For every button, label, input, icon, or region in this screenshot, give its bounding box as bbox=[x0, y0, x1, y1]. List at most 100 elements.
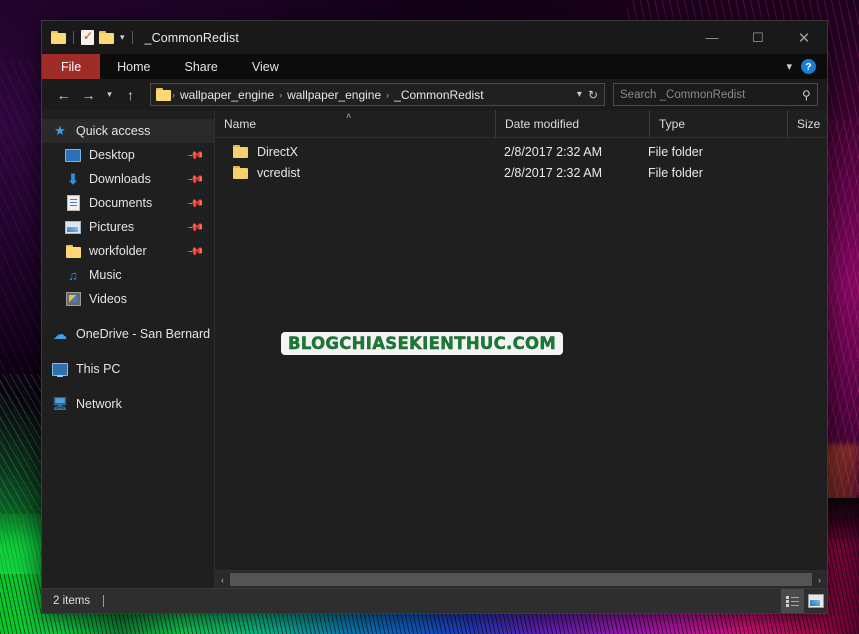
ribbon-tab-bar: File Home Share View ▾ ? bbox=[42, 54, 827, 79]
computer-icon bbox=[52, 361, 68, 377]
cloud-icon: ☁ bbox=[53, 325, 67, 342]
tab-view[interactable]: View bbox=[235, 54, 296, 79]
sidebar-label-onedrive: OneDrive - San Bernard bbox=[76, 327, 211, 341]
sidebar-label-documents: Documents bbox=[89, 196, 153, 210]
scroll-right-button[interactable]: › bbox=[812, 571, 827, 588]
view-mode-buttons bbox=[781, 589, 827, 613]
new-folder-icon[interactable] bbox=[99, 31, 114, 44]
folder-icon bbox=[65, 243, 81, 259]
maximize-button[interactable]: ☐ bbox=[735, 21, 781, 54]
address-bar[interactable]: › wallpaper_engine › wallpaper_engine › … bbox=[150, 83, 605, 106]
sidebar-label-workfolder: workfolder bbox=[89, 244, 147, 258]
sidebar-item-onedrive[interactable]: ☁ OneDrive - San Bernard bbox=[42, 322, 214, 346]
tab-file[interactable]: File bbox=[42, 54, 101, 79]
file-type: File folder bbox=[648, 165, 703, 180]
back-button[interactable]: ← bbox=[51, 82, 76, 107]
scroll-left-button[interactable]: ‹ bbox=[215, 571, 230, 588]
sidebar-label-videos: Videos bbox=[89, 292, 127, 306]
file-explorer-window: ▾ _CommonRedist — ☐ ✕ File Home Share Vi… bbox=[41, 20, 828, 614]
breadcrumb-item-3[interactable]: _CommonRedist bbox=[390, 88, 487, 102]
file-name-cell: vcredist bbox=[215, 166, 504, 180]
large-icons-view-button[interactable] bbox=[804, 589, 827, 613]
column-header-date-modified[interactable]: Date modified bbox=[495, 110, 649, 137]
address-dropdown-icon[interactable]: ▾ bbox=[571, 89, 588, 100]
navigation-bar: ← → ▾ ↑ › wallpaper_engine › wallpaper_e… bbox=[42, 79, 827, 110]
tiles-view-icon bbox=[807, 594, 824, 608]
sidebar-item-desktop[interactable]: Desktop 📌 bbox=[42, 143, 214, 167]
sidebar-item-music[interactable]: ♫ Music bbox=[42, 263, 214, 287]
toolbar-divider bbox=[73, 31, 74, 44]
sidebar-item-workfolder[interactable]: workfolder 📌 bbox=[42, 239, 214, 263]
tab-home[interactable]: Home bbox=[100, 54, 167, 79]
details-view-button[interactable] bbox=[781, 589, 804, 613]
window-title: _CommonRedist bbox=[144, 30, 239, 45]
properties-icon[interactable] bbox=[81, 29, 94, 45]
column-header-size[interactable]: Size bbox=[787, 110, 827, 137]
sidebar-label-quick-access: Quick access bbox=[76, 124, 151, 138]
file-name-cell: DirectX bbox=[215, 145, 504, 159]
watermark-text: BLOGCHIASEKIENTHUC.COM bbox=[281, 332, 564, 355]
sidebar-item-videos[interactable]: Videos bbox=[42, 287, 214, 311]
column-header-type[interactable]: Type bbox=[649, 110, 787, 137]
item-count: 2 items bbox=[53, 595, 91, 607]
folder-icon bbox=[233, 145, 248, 158]
sidebar-label-this-pc: This PC bbox=[76, 362, 121, 376]
pin-icon: 📌 bbox=[186, 218, 205, 237]
sidebar-label-network: Network bbox=[76, 397, 122, 411]
ribbon-right-controls: ▾ ? bbox=[786, 54, 827, 79]
sidebar-item-quick-access[interactable]: ★ Quick access bbox=[42, 119, 214, 143]
sidebar-item-pictures[interactable]: Pictures 📌 bbox=[42, 215, 214, 239]
column-header-name[interactable]: Name ˄ bbox=[215, 110, 495, 137]
help-icon[interactable]: ? bbox=[801, 59, 816, 74]
file-date-modified: 2/8/2017 2:32 AM bbox=[504, 165, 602, 180]
search-box[interactable]: Search _CommonRedist ⚲ bbox=[613, 83, 818, 106]
recent-locations-button[interactable]: ▾ bbox=[101, 82, 118, 107]
minimize-button[interactable]: — bbox=[689, 21, 735, 54]
sidebar-label-desktop: Desktop bbox=[89, 148, 135, 162]
picture-icon bbox=[65, 219, 81, 235]
file-type: File folder bbox=[648, 144, 703, 159]
scrollbar-thumb[interactable] bbox=[230, 573, 812, 586]
up-button[interactable]: ↑ bbox=[118, 82, 143, 107]
toolbar-divider-2 bbox=[131, 31, 133, 44]
folder-icon[interactable] bbox=[51, 31, 66, 44]
file-date-modified: 2/8/2017 2:32 AM bbox=[504, 144, 602, 159]
search-placeholder: Search _CommonRedist bbox=[620, 88, 746, 101]
tab-share[interactable]: Share bbox=[168, 54, 235, 79]
sidebar-item-downloads[interactable]: ⬇ Downloads 📌 bbox=[42, 167, 214, 191]
search-icon[interactable]: ⚲ bbox=[802, 88, 811, 102]
status-divider bbox=[103, 595, 105, 607]
sidebar-item-this-pc[interactable]: This PC bbox=[42, 357, 214, 381]
column-headers: Name ˄ Date modified Type Size bbox=[215, 110, 827, 138]
navigation-pane: ★ Quick access Desktop 📌 ⬇ Downloads 📌 D… bbox=[42, 110, 215, 588]
horizontal-scrollbar[interactable]: ‹ › bbox=[215, 570, 827, 588]
window-controls: — ☐ ✕ bbox=[689, 21, 827, 54]
expand-ribbon-icon[interactable]: ▾ bbox=[786, 60, 792, 73]
sidebar-label-pictures: Pictures bbox=[89, 220, 135, 234]
pin-icon: 📌 bbox=[186, 146, 205, 165]
pin-icon: 📌 bbox=[186, 170, 205, 189]
sidebar-item-network[interactable]: 🖥 Network bbox=[42, 392, 214, 416]
title-bar: ▾ _CommonRedist — ☐ ✕ bbox=[42, 21, 827, 54]
folder-icon bbox=[233, 166, 248, 179]
sort-ascending-icon: ˄ bbox=[346, 111, 352, 121]
table-row[interactable]: DirectX 2/8/2017 2:32 AM File folder bbox=[215, 141, 827, 162]
pin-icon: 📌 bbox=[186, 194, 205, 213]
pin-icon: 📌 bbox=[186, 242, 205, 261]
music-icon: ♫ bbox=[68, 267, 78, 283]
file-name: DirectX bbox=[257, 144, 298, 159]
breadcrumb-item-2[interactable]: wallpaper_engine bbox=[283, 88, 385, 102]
video-icon bbox=[65, 291, 81, 307]
close-button[interactable]: ✕ bbox=[781, 21, 827, 54]
breadcrumb-item-1[interactable]: wallpaper_engine bbox=[176, 88, 278, 102]
refresh-icon[interactable]: ↻ bbox=[588, 88, 601, 102]
desktop-icon bbox=[65, 147, 81, 163]
table-row[interactable]: vcredist 2/8/2017 2:32 AM File folder bbox=[215, 162, 827, 183]
sidebar-item-documents[interactable]: Documents 📌 bbox=[42, 191, 214, 215]
forward-button[interactable]: → bbox=[76, 82, 101, 107]
chevron-down-icon[interactable]: ▾ bbox=[120, 32, 125, 43]
sidebar-label-music: Music bbox=[89, 268, 122, 282]
status-bar: 2 items bbox=[42, 588, 827, 613]
